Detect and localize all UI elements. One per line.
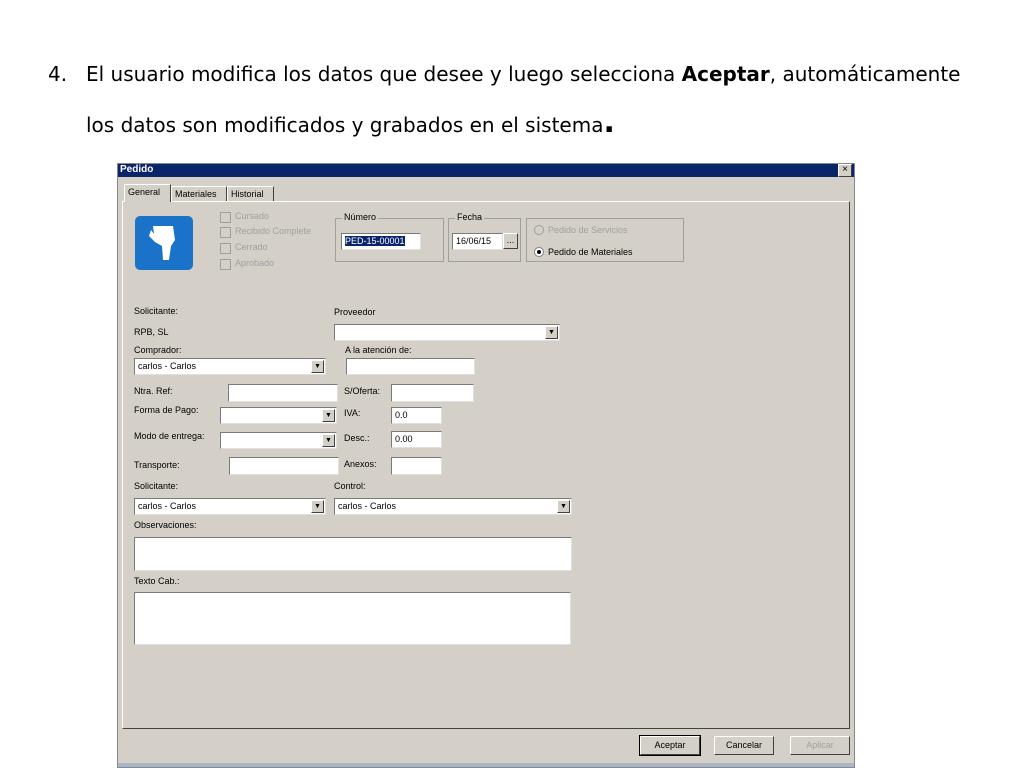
cursado-checkbox[interactable]	[220, 212, 231, 223]
comprador-dropdown[interactable]: carlos - Carlos ▼	[134, 358, 326, 375]
aprobado-checkbox[interactable]	[220, 259, 231, 270]
close-button[interactable]: ×	[838, 164, 852, 177]
observaciones-textarea[interactable]	[134, 537, 572, 571]
iva-label: IVA:	[344, 408, 361, 418]
chevron-down-icon[interactable]: ▼	[322, 409, 335, 422]
tipo-pedido-group: Pedido de Servicios Pedido de Materiales	[526, 218, 684, 262]
cerrado-label: Cerrado	[235, 242, 268, 252]
recibido-checkbox[interactable]	[220, 227, 231, 238]
cursado-label: Cursado	[235, 211, 270, 221]
title-bar: Pedido ×	[118, 164, 854, 177]
desc-input[interactable]: 0.00	[391, 431, 442, 448]
solicitante-value: RPB, SL	[134, 327, 169, 337]
texto-cab-label: Texto Cab.:	[134, 576, 180, 586]
tab-materiales[interactable]: Materiales	[171, 186, 227, 201]
tab-general[interactable]: General	[124, 184, 171, 202]
forma-pago-dropdown[interactable]: ▼	[220, 407, 337, 424]
instruction-period: .	[603, 105, 615, 140]
solicitante2-dropdown[interactable]: carlos - Carlos ▼	[134, 498, 326, 515]
control-dropdown[interactable]: carlos - Carlos ▼	[334, 498, 572, 515]
pedido-servicios-radio[interactable]	[534, 225, 544, 235]
numero-field[interactable]: PED-15-00001	[341, 233, 421, 250]
hand-pointer-icon	[135, 216, 193, 270]
texto-cab-textarea[interactable]	[134, 592, 571, 645]
cancelar-button[interactable]: Cancelar	[714, 736, 774, 755]
aplicar-button[interactable]: Aplicar	[790, 736, 850, 755]
fecha-group: Fecha 16/06/15 ...	[448, 212, 521, 262]
modo-entrega-dropdown[interactable]: ▼	[220, 432, 337, 449]
pedido-servicios-label: Pedido de Servicios	[548, 225, 628, 235]
instruction-text-c: los datos son modificados y grabados en …	[86, 113, 604, 137]
anexos-input[interactable]	[391, 457, 442, 475]
instruction-line-2: los datos son modificados y grabados en …	[86, 108, 615, 138]
numero-label: Número	[342, 212, 379, 222]
modo-entrega-label: Modo de entrega:	[134, 431, 205, 441]
aceptar-button[interactable]: Aceptar	[639, 735, 701, 756]
transporte-label: Transporte:	[134, 460, 180, 470]
proveedor-dropdown[interactable]: ▼	[334, 324, 560, 341]
numero-value: PED-15-00001	[345, 236, 405, 246]
transporte-input[interactable]	[229, 457, 339, 475]
ntra-ref-input[interactable]	[228, 384, 338, 402]
comprador-value: carlos - Carlos	[138, 361, 197, 371]
cerrado-checkbox[interactable]	[220, 243, 231, 254]
numero-group: Número PED-15-00001	[335, 212, 444, 262]
tab-historial[interactable]: Historial	[227, 186, 274, 201]
step-number: 4.	[48, 62, 68, 86]
atencion-label: A la atención de:	[345, 345, 412, 355]
anexos-label: Anexos:	[344, 459, 377, 469]
instruction-text-a: El usuario modifica los datos que desee …	[86, 62, 682, 86]
ntra-ref-label: Ntra. Ref:	[134, 386, 173, 396]
control-value: carlos - Carlos	[338, 501, 397, 511]
aprobado-label: Aprobado	[235, 258, 275, 268]
chevron-down-icon[interactable]: ▼	[311, 360, 324, 373]
chevron-down-icon[interactable]: ▼	[557, 500, 570, 513]
instruction-bold-aceptar: Aceptar	[681, 62, 770, 86]
soferta-input[interactable]	[391, 384, 474, 402]
chevron-down-icon[interactable]: ▼	[545, 326, 558, 339]
iva-input[interactable]: 0.0	[391, 407, 442, 424]
solicitante2-label: Solicitante:	[134, 481, 179, 491]
pedido-window: Pedido × General Materiales Historial Cu…	[117, 163, 855, 768]
pedido-materiales-radio[interactable]	[534, 247, 544, 257]
solicitante2-value: carlos - Carlos	[138, 501, 197, 511]
comprador-label: Comprador:	[134, 345, 182, 355]
date-picker-button[interactable]: ...	[503, 233, 518, 249]
window-title: Pedido	[120, 164, 154, 175]
fecha-label: Fecha	[455, 212, 485, 222]
atencion-input[interactable]	[346, 358, 475, 375]
recibido-label: Recibido Complete	[235, 226, 312, 236]
proveedor-label: Proveedor	[334, 307, 376, 317]
fecha-field[interactable]: 16/06/15	[452, 233, 503, 250]
chevron-down-icon[interactable]: ▼	[311, 500, 324, 513]
soferta-label: S/Oferta:	[344, 386, 381, 396]
pedido-materiales-label: Pedido de Materiales	[548, 247, 633, 257]
forma-pago-label: Forma de Pago:	[134, 405, 199, 415]
solicitante-label: Solicitante:	[134, 306, 179, 316]
chevron-down-icon[interactable]: ▼	[322, 434, 335, 447]
window-bottom-edge	[118, 763, 854, 767]
observaciones-label: Observaciones:	[134, 520, 197, 530]
desc-label: Desc.:	[344, 433, 370, 443]
control-label: Control:	[334, 481, 366, 491]
instruction-line-1: 4. El usuario modifica los datos que dese…	[48, 62, 960, 86]
instruction-text-b: , automáticamente	[769, 62, 961, 86]
